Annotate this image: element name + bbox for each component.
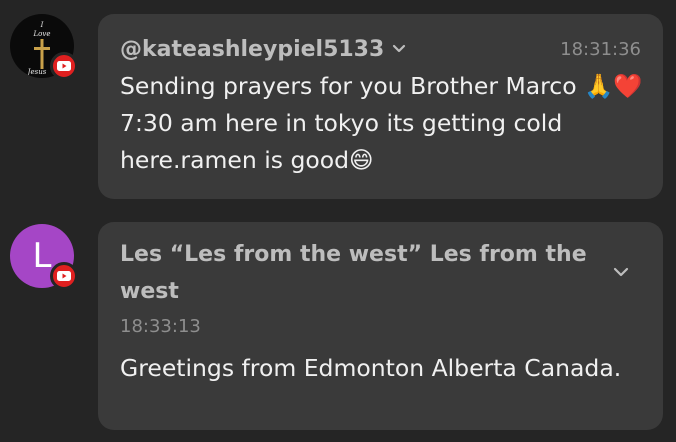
chevron-down-icon[interactable] — [613, 262, 629, 281]
chat-message: L Les “Les from the west” Les from the w… — [0, 210, 676, 442]
message-bubble: @kateashleypiel5133 18:31:36 Sending pra… — [98, 14, 663, 199]
svg-text:I: I — [40, 21, 44, 29]
message-timestamp: 18:33:13 — [120, 316, 201, 337]
chevron-down-icon[interactable] — [392, 44, 406, 54]
message-text: Sending prayers for you Brother Marco 🙏❤… — [120, 72, 643, 174]
avatar-container: I Love Jesus — [10, 14, 78, 80]
svg-text:Love: Love — [33, 30, 51, 38]
chat-message: I Love Jesus @kateashleypiel5133 18:31:3… — [0, 0, 676, 210]
message-text: Greetings from Edmonton Alberta Canada. — [120, 354, 622, 382]
youtube-icon — [50, 262, 78, 290]
avatar-container: L — [10, 224, 78, 290]
chat-feed: I Love Jesus @kateashleypiel5133 18:31:3… — [0, 0, 676, 442]
message-header: @kateashleypiel5133 18:31:36 — [120, 32, 641, 66]
youtube-icon — [50, 52, 78, 80]
message-timestamp: 18:31:36 — [560, 38, 641, 60]
author-name[interactable]: Les “Les from the west” Les from the wes… — [120, 236, 590, 310]
message-bubble: Les “Les from the west” Les from the wes… — [98, 222, 663, 430]
svg-text:Jesus: Jesus — [26, 68, 47, 76]
author-name[interactable]: @kateashleypiel5133 — [120, 37, 384, 62]
